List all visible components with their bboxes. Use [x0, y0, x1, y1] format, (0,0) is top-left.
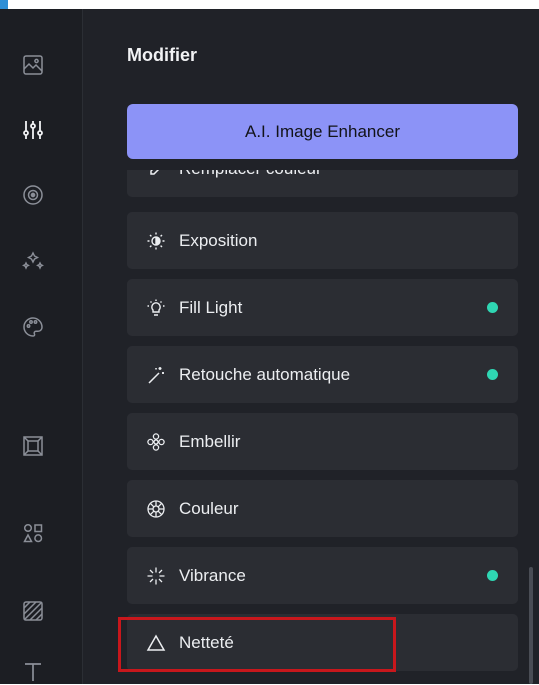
list-item-embellir[interactable]: Embellir — [127, 413, 518, 470]
image-icon[interactable] — [19, 51, 47, 79]
adjustment-list: Remplacer couleur Exposition Fill Light … — [127, 170, 518, 684]
bulb-icon — [145, 297, 167, 319]
list-item-fill-light[interactable]: Fill Light — [127, 279, 518, 336]
top-accent-bar — [0, 0, 8, 9]
panel-title: Modifier — [127, 45, 197, 65]
list-item-label: Fill Light — [179, 297, 243, 317]
texture-icon[interactable] — [19, 597, 47, 625]
dropper-icon — [145, 170, 167, 180]
list-item-exposition[interactable]: Exposition — [127, 212, 518, 269]
ai-image-enhancer-button[interactable]: A.I. Image Enhancer — [127, 104, 518, 159]
active-indicator — [487, 302, 498, 313]
magic-wand-icon — [145, 364, 167, 386]
panel-scrollbar[interactable] — [529, 567, 533, 684]
list-item-label: Embellir — [179, 431, 241, 451]
list-item-remplacer-couleur[interactable]: Remplacer couleur — [127, 170, 518, 197]
list-item-label: Remplacer couleur — [179, 170, 322, 179]
text-icon[interactable] — [19, 657, 47, 685]
sliders-icon[interactable] — [19, 116, 47, 144]
color-wheel-icon — [145, 498, 167, 520]
eye-icon[interactable] — [19, 181, 47, 209]
list-item-couleur[interactable]: Couleur — [127, 480, 518, 537]
flower-icon — [145, 431, 167, 453]
selection-highlight — [118, 617, 396, 672]
list-item-vibrance[interactable]: Vibrance — [127, 547, 518, 604]
tool-rail — [0, 9, 83, 684]
list-item-label: Vibrance — [179, 565, 246, 585]
sparkles-icon[interactable] — [19, 247, 47, 275]
list-item-label: Exposition — [179, 230, 258, 250]
shapes-icon[interactable] — [19, 519, 47, 547]
active-indicator — [487, 570, 498, 581]
list-item-label: Retouche automatique — [179, 364, 351, 384]
sparkle-icon — [145, 565, 167, 587]
frame-icon[interactable] — [19, 432, 47, 460]
sun-icon — [145, 230, 167, 252]
palette-icon[interactable] — [19, 313, 47, 341]
list-item-retouche-automatique[interactable]: Retouche automatique — [127, 346, 518, 403]
list-item-label: Couleur — [179, 498, 239, 518]
active-indicator — [487, 369, 498, 380]
